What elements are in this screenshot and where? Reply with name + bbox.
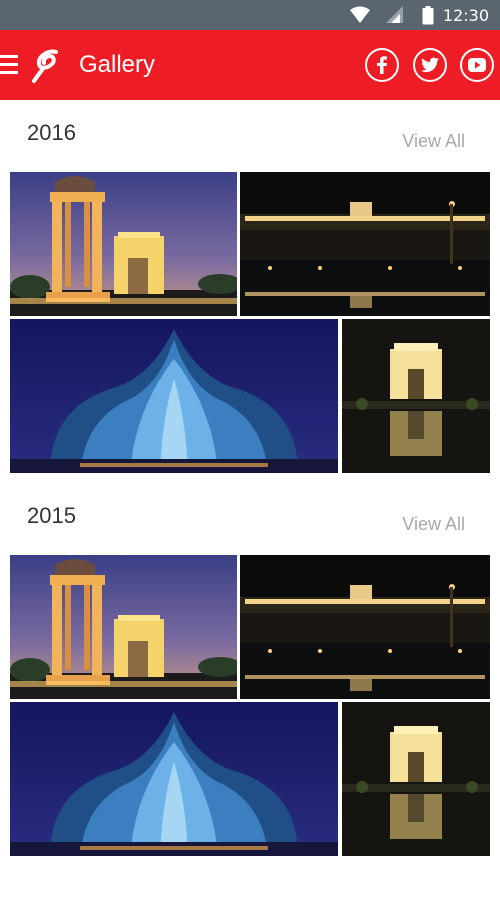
battery-icon	[422, 6, 434, 25]
clock: 12:30	[442, 6, 489, 25]
photo-rashtrapati-bhavan[interactable]	[240, 172, 490, 316]
photo-canopy-india-gate[interactable]	[10, 172, 237, 316]
photo-lotus-temple[interactable]	[10, 702, 338, 856]
view-all-link[interactable]: View All	[402, 514, 465, 535]
gallery-section-2016: 2016 View All	[0, 100, 500, 480]
facebook-icon[interactable]	[365, 48, 399, 82]
gallery-section-2015: 2015 View All	[0, 483, 500, 863]
photo-lotus-temple[interactable]	[10, 319, 338, 473]
status-bar: 12:30	[0, 0, 500, 30]
airtel-logo	[32, 49, 58, 83]
youtube-icon[interactable]	[460, 48, 494, 82]
wifi-icon	[350, 6, 370, 23]
app-bar: Gallery	[0, 30, 500, 100]
twitter-icon[interactable]	[413, 48, 447, 82]
hamburger-menu-icon[interactable]	[0, 55, 18, 75]
photo-india-gate-night[interactable]	[342, 319, 490, 473]
page-title: Gallery	[79, 51, 156, 78]
photo-rashtrapati-bhavan[interactable]	[240, 555, 490, 699]
view-all-link[interactable]: View All	[402, 131, 465, 152]
section-year: 2016	[27, 120, 76, 145]
section-year: 2015	[27, 503, 76, 528]
signal-icon	[386, 6, 403, 23]
photo-india-gate-night[interactable]	[342, 702, 490, 856]
photo-canopy-india-gate[interactable]	[10, 555, 237, 699]
